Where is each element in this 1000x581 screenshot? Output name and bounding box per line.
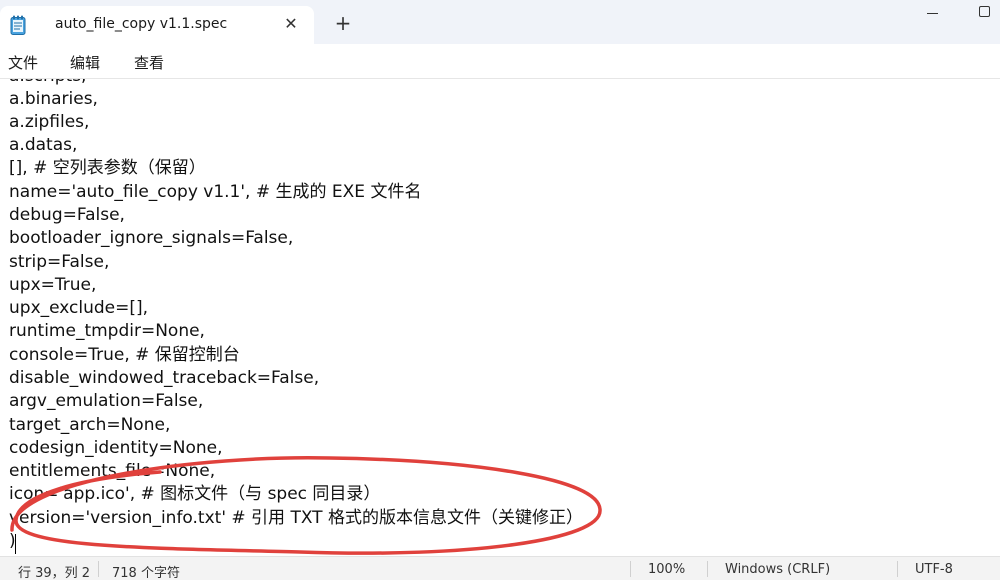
code-line: icon='app.ico', # 图标文件（与 spec 同目录） [9,484,381,504]
char-count: 718 个字符 [112,566,180,581]
close-icon[interactable]: ✕ [281,14,301,34]
code-line: argv_emulation=False, [9,391,204,411]
cursor-position: 行 39，列 2 [18,566,91,581]
document-tab[interactable]: auto_file_copy v1.1.spec ✕ [0,6,314,44]
line-ending[interactable]: Windows (CRLF) [725,562,830,577]
maximize-icon[interactable] [970,2,1000,24]
status-divider [897,561,898,577]
menu-file[interactable]: 文件 [8,52,38,73]
tab-title: auto_file_copy v1.1.spec [55,16,228,32]
menu-edit[interactable]: 编辑 [70,52,100,73]
text-editor[interactable]: a.scripts, a.binaries, a.zipfiles, a.dat… [0,79,1000,556]
status-divider [98,561,99,577]
code-line: console=True, # 保留控制台 [9,345,240,365]
status-divider [630,561,631,577]
code-line: upx_exclude=[], [9,298,149,318]
code-line: disable_windowed_traceback=False, [9,368,320,388]
minimize-icon[interactable] [918,4,948,24]
code-line: bootloader_ignore_signals=False, [9,228,294,248]
code-line: debug=False, [9,205,125,225]
menu-view[interactable]: 查看 [134,52,164,73]
zoom-level[interactable]: 100% [648,562,685,577]
title-bar: auto_file_copy v1.1.spec ✕ + [0,0,1000,44]
code-line: a.binaries, [9,89,98,109]
code-line: target_arch=None, [9,415,171,435]
code-line: codesign_identity=None, [9,438,223,458]
code-line: strip=False, [9,252,110,272]
status-divider [707,561,708,577]
code-line: upx=True, [9,275,97,295]
code-line: version='version_info.txt' # 引用 TXT 格式的版… [9,508,583,528]
encoding[interactable]: UTF-8 [915,562,953,577]
code-line: a.zipfiles, [9,112,90,132]
text-caret [15,534,16,554]
code-line: name='auto_file_copy v1.1', # 生成的 EXE 文件… [9,182,422,202]
notepad-icon [10,15,26,35]
code-line: runtime_tmpdir=None, [9,321,205,341]
status-bar: 行 39，列 2 718 个字符 100% Windows (CRLF) UTF… [0,556,1000,581]
code-line: a.datas, [9,135,78,155]
menu-bar: 文件 编辑 查看 [0,44,1000,79]
plus-icon[interactable]: + [332,12,354,34]
code-line: a.scripts, [9,79,86,88]
code-line: entitlements_file=None, [9,461,216,481]
code-line: [], # 空列表参数（保留） [9,158,206,178]
